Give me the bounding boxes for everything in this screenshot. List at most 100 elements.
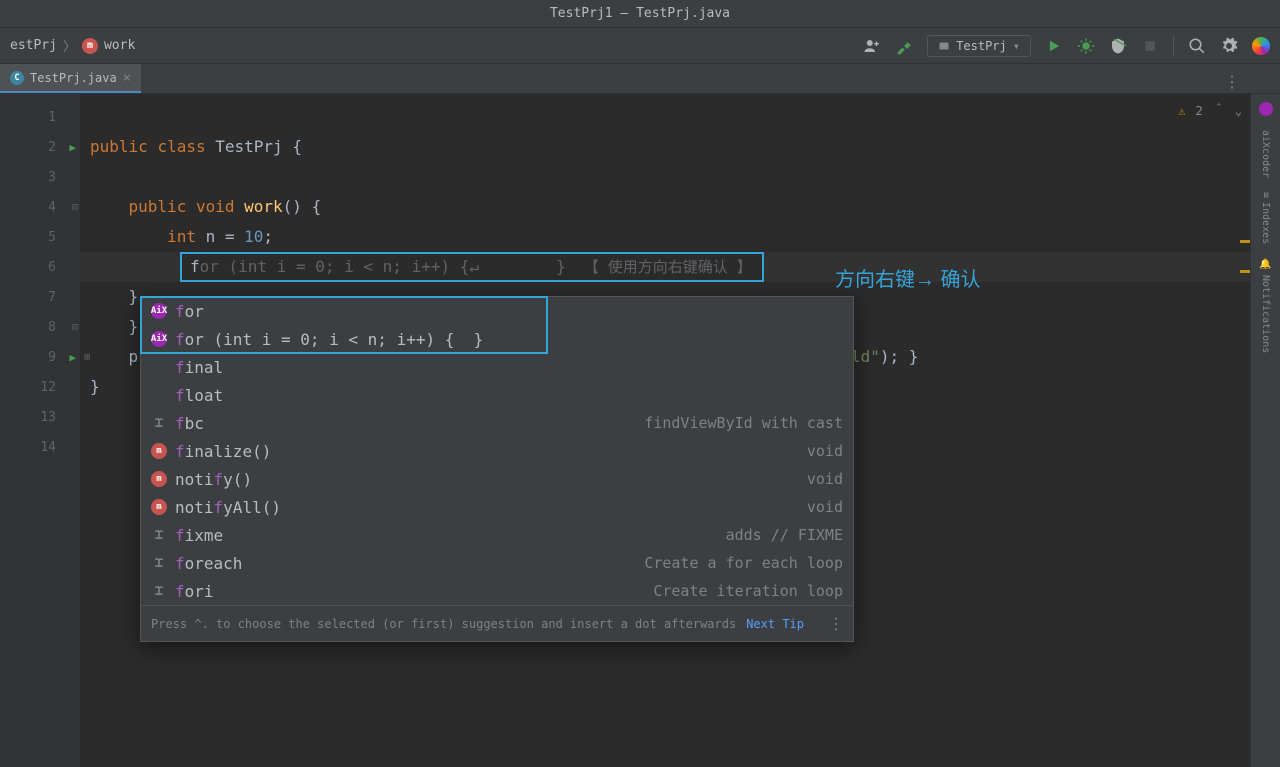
desc: Create iteration loop: [653, 582, 843, 600]
ident: p: [129, 347, 139, 366]
label: Notifications: [1260, 275, 1271, 353]
brace: {: [292, 137, 302, 156]
aixcoder-icon[interactable]: [1259, 102, 1273, 116]
text: or (int i = 0; i < n; i++) { }: [185, 330, 484, 349]
completion-popup[interactable]: AiXfor AiXfor (int i = 0; i < n; i++) { …: [140, 296, 854, 642]
stop-icon[interactable]: [1141, 37, 1159, 55]
warning-marker[interactable]: [1240, 270, 1250, 273]
gear-icon[interactable]: [1220, 37, 1238, 55]
desc: Create a for each loop: [644, 554, 843, 572]
next-tip-link[interactable]: Next Tip: [746, 617, 804, 631]
method-icon: m: [151, 443, 167, 459]
line-number: 13: [40, 410, 56, 425]
kw: void: [196, 197, 235, 216]
warning-marker[interactable]: [1240, 240, 1250, 243]
text: loat: [185, 386, 224, 405]
match: f: [175, 526, 185, 545]
match: f: [175, 582, 185, 601]
text: inalize(): [185, 442, 272, 461]
match: f: [175, 386, 185, 405]
completion-item[interactable]: mfinalize()void: [141, 437, 853, 465]
chevron-down-icon: ▾: [1013, 39, 1020, 53]
run-gutter-icon[interactable]: ▶: [69, 351, 76, 364]
colorwheel-icon[interactable]: [1252, 37, 1270, 55]
toolbar: TestPrj ▾: [863, 35, 1270, 57]
fold-icon[interactable]: ⊟: [72, 202, 78, 213]
close-icon[interactable]: ×: [123, 70, 131, 86]
run-icon[interactable]: [1045, 37, 1063, 55]
kw: public: [129, 197, 187, 216]
line-number: 7: [48, 290, 56, 305]
window-title: TestPrj1 – TestPrj.java: [550, 6, 730, 21]
more-icon[interactable]: ⋮: [828, 614, 843, 633]
match: f: [175, 414, 185, 433]
method-name: work: [244, 197, 283, 216]
hammer-icon[interactable]: [895, 37, 913, 55]
editor-more-icon[interactable]: ⋮: [1224, 72, 1240, 91]
inline-suggestion[interactable]: for (int i = 0; i < n; i++) {↵ } 【 使用方向右…: [180, 252, 764, 282]
completion-item[interactable]: float: [141, 381, 853, 409]
method-icon: m: [151, 499, 167, 515]
completion-item[interactable]: mnotifyAll()void: [141, 493, 853, 521]
text: ori: [185, 582, 214, 601]
search-icon[interactable]: [1188, 37, 1206, 55]
aixcoder-tab[interactable]: aiXcoder: [1260, 130, 1271, 178]
right-tool-strip: aiXcoder ≡ Indexes 🔔 Notifications: [1250, 94, 1280, 767]
completion-item[interactable]: AiXfor: [141, 297, 853, 325]
coverage-icon[interactable]: [1109, 37, 1127, 55]
breadcrumb-root[interactable]: estPrj: [10, 38, 57, 53]
completion-item[interactable]: ⌶foriCreate iteration loop: [141, 577, 853, 605]
breadcrumb-method[interactable]: work: [104, 38, 135, 53]
window-titlebar: TestPrj1 – TestPrj.java: [0, 0, 1280, 28]
line-number: 5: [48, 230, 56, 245]
completion-item[interactable]: mnotify()void: [141, 465, 853, 493]
run-config-dropdown[interactable]: TestPrj ▾: [927, 35, 1031, 57]
text: noti: [175, 470, 214, 489]
fold-icon[interactable]: ⊟: [72, 322, 78, 333]
match: f: [214, 498, 224, 517]
match: f: [214, 470, 224, 489]
run-gutter-icon[interactable]: ▶: [69, 141, 76, 154]
type: void: [807, 498, 843, 516]
aix-icon: AiX: [151, 303, 167, 319]
text: y(): [223, 470, 252, 489]
completion-item[interactable]: AiXfor (int i = 0; i < n; i++) { }: [141, 325, 853, 353]
hint-instruction: 【 使用方向右键确认 】: [574, 252, 762, 282]
completion-item[interactable]: final: [141, 353, 853, 381]
method-icon: m: [82, 38, 98, 54]
text: ixme: [185, 526, 224, 545]
blank-icon: [151, 359, 167, 375]
line-number: 4: [48, 200, 56, 215]
debug-icon[interactable]: [1077, 37, 1095, 55]
brace: }: [129, 287, 139, 306]
desc: findViewById with cast: [644, 414, 843, 432]
java-class-icon: C: [10, 71, 24, 85]
text: noti: [175, 498, 214, 517]
match: f: [175, 358, 185, 377]
match: f: [175, 330, 185, 349]
gutter: 1 2▶ 3 4⊟ 5 6 7 8⊟ 9▶⊞ 12 13 14: [0, 94, 80, 767]
separator: [1173, 36, 1174, 56]
line-number: 3: [48, 170, 56, 185]
type: void: [807, 442, 843, 460]
completion-item[interactable]: ⌶fixmeadds // FIXME: [141, 521, 853, 549]
template-icon: ⌶: [151, 527, 167, 543]
annotation-right-arrow: 方向右键→ 确认: [835, 270, 981, 290]
tab-testprj[interactable]: C TestPrj.java ×: [0, 64, 141, 93]
add-user-icon[interactable]: [863, 37, 881, 55]
brace: }: [129, 317, 139, 336]
completion-item[interactable]: ⌶fbcfindViewById with cast: [141, 409, 853, 437]
method-icon: m: [151, 471, 167, 487]
completion-item[interactable]: ⌶foreachCreate a for each loop: [141, 549, 853, 577]
editor-tabs: C TestPrj.java ×: [0, 64, 1280, 94]
line-number: 1: [48, 110, 56, 125]
text: inal: [185, 358, 224, 377]
notifications-tab[interactable]: 🔔 Notifications: [1260, 258, 1271, 353]
kw: class: [157, 137, 205, 156]
ghost-gap: }: [479, 257, 566, 276]
breadcrumb[interactable]: estPrj 〉 m work: [10, 36, 135, 55]
indexes-tab[interactable]: ≡ Indexes: [1260, 192, 1271, 244]
tab-label: TestPrj.java: [30, 71, 117, 85]
match: f: [175, 302, 185, 321]
template-icon: ⌶: [151, 555, 167, 571]
